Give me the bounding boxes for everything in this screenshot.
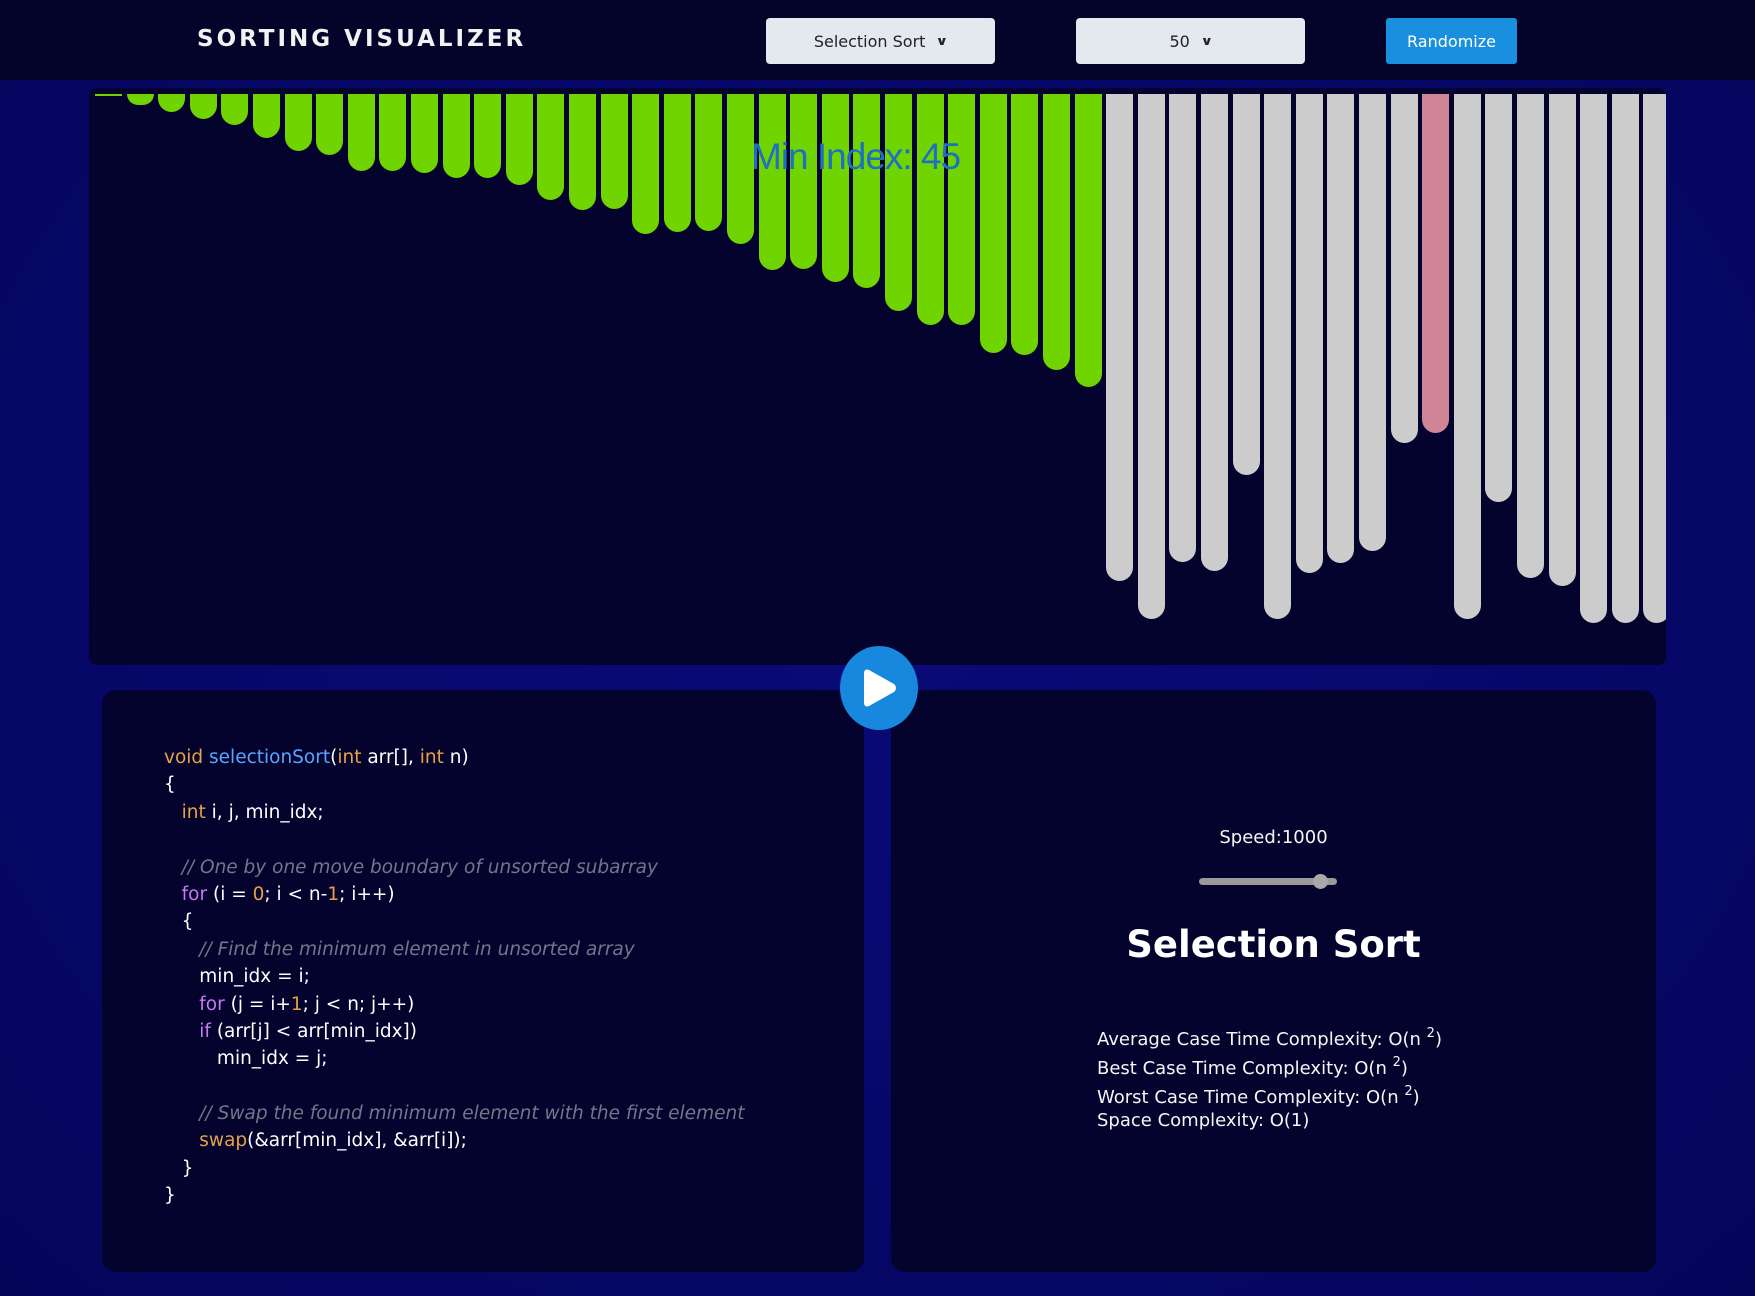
complexity-item: Worst Case Time Complexity: O(n 2) <box>1097 1084 1420 1108</box>
speed-label: Speed:1000 <box>1219 827 1328 848</box>
chevron-down-icon: ∨ <box>935 34 949 48</box>
array-bar <box>758 94 786 271</box>
array-size-select[interactable]: 50 ∨ <box>1076 18 1305 64</box>
code-line: for (j = i+1; j < n; j++) <box>199 993 415 1015</box>
code-line: // Find the minimum element in unsorted … <box>199 938 635 960</box>
randomize-button[interactable]: Randomize <box>1386 18 1517 64</box>
algorithm-title: Selection Sort <box>1126 923 1421 966</box>
code-line: // Swap the found minimum element with t… <box>199 1103 745 1125</box>
array-bar <box>1422 94 1450 434</box>
play-button[interactable] <box>840 646 918 730</box>
array-bar <box>695 94 723 231</box>
array-bar <box>979 94 1007 354</box>
code-line: { <box>164 911 194 933</box>
array-bar <box>474 94 502 178</box>
array-bar <box>379 94 407 171</box>
code-line: swap(&arr[min_idx], &arr[i]); <box>199 1130 467 1152</box>
array-bar <box>1548 94 1576 586</box>
array-bar <box>1074 94 1102 388</box>
array-bar <box>1390 94 1418 444</box>
play-icon <box>864 669 896 707</box>
array-bar <box>1295 94 1323 573</box>
code-line: } <box>164 1157 194 1179</box>
array-bar <box>1264 94 1292 619</box>
array-bar <box>1580 94 1608 624</box>
array-bar <box>95 94 122 97</box>
array-bar <box>1011 94 1039 355</box>
array-bar <box>853 94 881 289</box>
algorithm-select[interactable]: Selection Sort ∨ <box>766 18 995 64</box>
info-panel: Speed:1000 Selection Sort Average Case T… <box>891 690 1656 1272</box>
algorithm-select-value: Selection Sort <box>813 31 926 51</box>
array-bar <box>600 94 628 209</box>
code-line: { <box>164 774 176 796</box>
complexity-list: Average Case Time Complexity: O(n 2) Best… <box>1097 1020 1442 1136</box>
array-bar <box>126 94 154 105</box>
code-line: // One by one move boundary of unsorted … <box>181 856 658 878</box>
array-bar <box>632 94 660 234</box>
array-bar <box>1137 94 1165 619</box>
array-bar <box>284 94 312 151</box>
array-bar <box>1611 94 1639 624</box>
code-line: } <box>164 1185 176 1207</box>
array-bar <box>821 94 849 283</box>
code-line: for (i = 0; i < n-1; i++) <box>181 883 395 905</box>
code-panel: void selectionSort(int arr[], int n) { in… <box>102 690 864 1272</box>
array-bar <box>316 94 344 156</box>
array-bar <box>1453 94 1481 619</box>
visualizer-canvas: Min Index: 45 <box>89 88 1666 665</box>
complexity-item: Space Complexity: O(1) <box>1097 1110 1310 1131</box>
code-line: void selectionSort(int arr[], int n) <box>164 747 469 768</box>
app-title: SORTING VISUALIZER <box>197 26 527 52</box>
code-line: if (arr[j] < arr[min_idx]) <box>199 1020 417 1042</box>
array-bar <box>442 94 470 178</box>
array-bar <box>1517 94 1544 579</box>
min-index-label: Min Index: 45 <box>751 136 961 177</box>
array-bar <box>1485 94 1513 502</box>
array-bar <box>569 94 596 210</box>
chevron-down-icon: ∨ <box>1200 34 1214 48</box>
code-line: int i, j, min_idx; <box>181 801 324 823</box>
complexity-item: Best Case Time Complexity: O(n 2) <box>1097 1055 1408 1079</box>
array-bar <box>158 94 186 112</box>
array-bar <box>505 94 533 186</box>
array-bar <box>347 94 375 171</box>
code-line: min_idx = i; <box>164 966 310 988</box>
array-bar <box>189 94 217 120</box>
code-block: void selectionSort(int arr[], int n) { in… <box>164 744 744 1210</box>
array-bar <box>916 94 944 325</box>
code-line: min_idx = j; <box>164 1048 328 1070</box>
array-bar <box>1201 94 1228 572</box>
array-bar <box>1327 94 1355 564</box>
array-bar <box>790 94 818 269</box>
array-bar <box>948 94 976 326</box>
array-bar <box>663 94 691 232</box>
speed-slider[interactable] <box>1199 874 1337 889</box>
array-bar <box>1232 94 1260 475</box>
array-bar <box>537 94 565 201</box>
array-bar <box>253 94 280 138</box>
array-bar <box>411 94 438 173</box>
speed-slider-thumb[interactable] <box>1313 874 1329 889</box>
navbar: SORTING VISUALIZER Selection Sort ∨ 50 ∨… <box>0 0 1755 80</box>
array-bar <box>1106 94 1134 582</box>
array-bar <box>1359 94 1386 551</box>
array-bar <box>221 94 249 126</box>
array-bar <box>1169 94 1197 562</box>
array-bar <box>885 94 912 312</box>
array-size-select-value: 50 <box>1169 31 1190 51</box>
complexity-item: Average Case Time Complexity: O(n 2) <box>1097 1026 1442 1050</box>
array-bar <box>1043 94 1070 371</box>
array-bar <box>1643 94 1666 624</box>
array-bar <box>727 94 754 245</box>
